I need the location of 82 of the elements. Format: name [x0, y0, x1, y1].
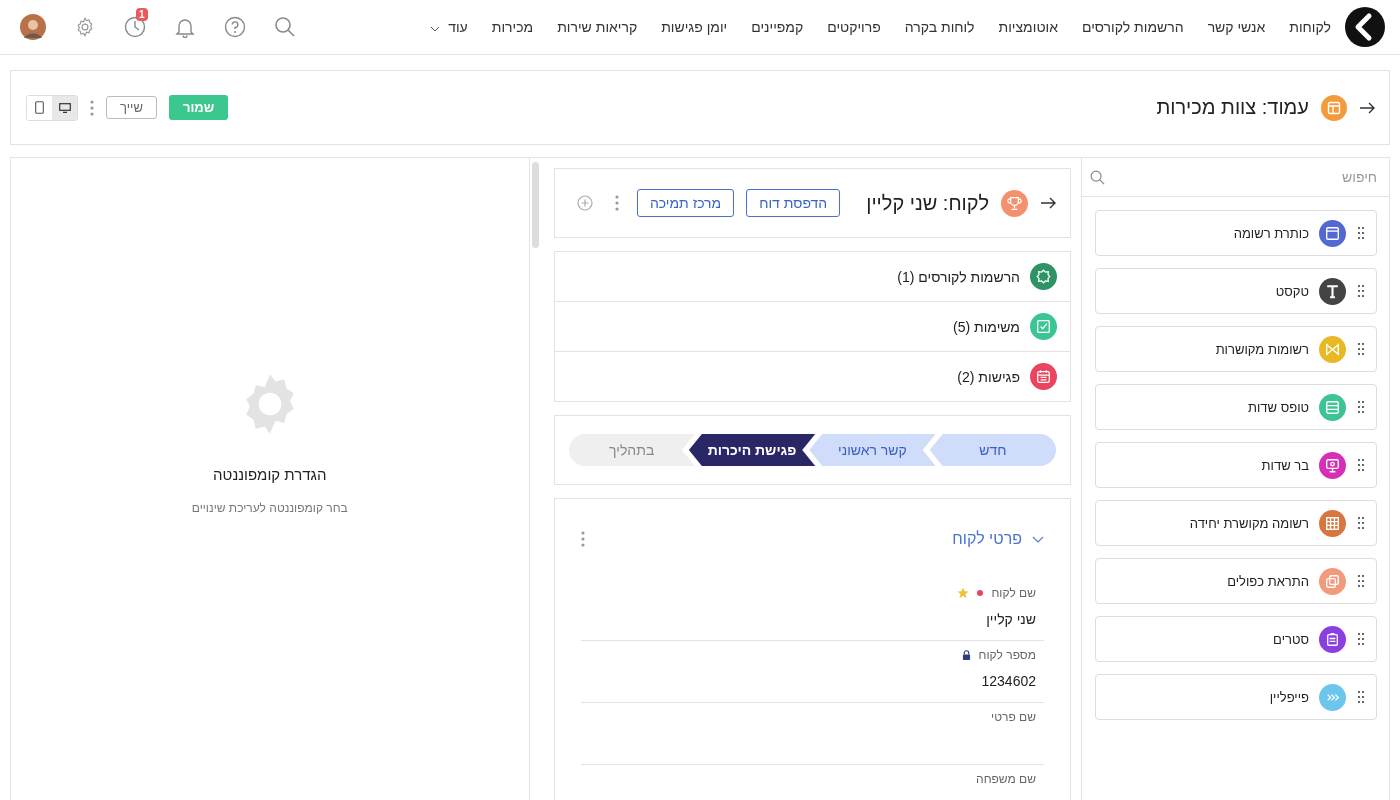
tablet-icon: [35, 101, 44, 114]
search-field[interactable]: חיפוש: [1105, 168, 1379, 186]
nav-link[interactable]: קריאות שירות: [557, 19, 638, 35]
component-name: כותרת רשומה: [1233, 225, 1309, 241]
component-name: טקסט: [1275, 283, 1309, 299]
clock-icon[interactable]: [124, 16, 146, 38]
more-options-icon[interactable]: [90, 99, 94, 116]
field-value[interactable]: 1234602: [588, 673, 1036, 691]
search-icon[interactable]: [274, 16, 296, 38]
assign-button[interactable]: שייך: [106, 96, 157, 119]
section-title[interactable]: פרטי לקוח: [952, 530, 1022, 548]
drag-handle-icon[interactable]: [1358, 343, 1364, 355]
pipeline-stage[interactable]: חדש: [929, 434, 1056, 466]
caret-icon[interactable]: [430, 26, 441, 32]
component-name: סטרים: [1273, 631, 1309, 647]
nav-link[interactable]: קמפיינים: [751, 19, 804, 35]
panel-hint: בחר קומפוננטה לעריכת שינויים: [191, 501, 348, 515]
drag-handle-icon[interactable]: [1358, 459, 1364, 471]
search-icon: [1090, 169, 1105, 185]
drag-handle-icon[interactable]: [1358, 227, 1364, 239]
nav-link[interactable]: פרויקטים: [827, 19, 881, 35]
component-item[interactable]: כותרת רשומה: [1095, 210, 1377, 256]
field-label: מספר לקוח: [978, 648, 1036, 662]
drag-handle-icon[interactable]: [1358, 285, 1364, 297]
component-item[interactable]: טקסט: [1095, 268, 1377, 314]
drag-handle-icon[interactable]: [1358, 633, 1364, 645]
related-list-label: פגישות (2): [957, 368, 1020, 385]
nav-link[interactable]: לקוחות: [1289, 19, 1331, 35]
component-item[interactable]: פייפליין: [1095, 674, 1377, 720]
action-button[interactable]: הדפסת דוח: [746, 189, 841, 217]
drag-handle-icon[interactable]: [1358, 691, 1364, 703]
component-name: בר שדות: [1261, 457, 1309, 473]
related-list-row[interactable]: פגישות (2): [554, 352, 1070, 401]
component-item[interactable]: רשומה מקושרת יחידה: [1095, 500, 1377, 546]
bell-icon[interactable]: [174, 16, 196, 38]
field-label: שם פרטי: [991, 710, 1036, 724]
more-menu[interactable]: עוד: [430, 19, 468, 35]
more-options-icon[interactable]: [614, 195, 619, 211]
more-options-icon[interactable]: [580, 531, 585, 547]
action-button[interactable]: מרכז תמיכה: [636, 189, 735, 217]
desktop-icon: [58, 102, 71, 113]
component-item[interactable]: רשומות מקושרות: [1095, 326, 1377, 372]
nav-link[interactable]: יומן פגישות: [661, 19, 728, 35]
nav-link[interactable]: הרשמות לקורסים: [1081, 19, 1184, 35]
component-name: טופס שדות: [1248, 399, 1309, 415]
logo[interactable]: [1345, 7, 1385, 47]
component-item[interactable]: בר שדות: [1095, 442, 1377, 488]
nav-link[interactable]: אנשי קשר: [1207, 19, 1266, 35]
drag-handle-icon[interactable]: [1358, 401, 1364, 413]
drag-handle-icon[interactable]: [1358, 517, 1364, 529]
component-item[interactable]: התראת כפולים: [1095, 558, 1377, 604]
desktop-view-button[interactable]: [52, 95, 77, 120]
related-list-label: הרשמות לקורסים (1): [897, 268, 1020, 285]
field-label: שם משפחה: [976, 772, 1036, 786]
avatar[interactable]: [20, 14, 46, 40]
drag-handle-icon[interactable]: [1358, 575, 1364, 587]
record-title: לקוח: שני קליין: [866, 191, 989, 215]
back-arrow-icon[interactable]: [1359, 101, 1375, 114]
back-arrow-icon[interactable]: [1040, 197, 1056, 209]
pipeline-stage[interactable]: קשר ראשוני: [809, 434, 936, 466]
component-name: רשומות מקושרות: [1215, 341, 1309, 357]
scrollbar[interactable]: [531, 162, 539, 248]
page-title: עמוד: צוות מכירות: [1156, 96, 1309, 119]
component-name: פייפליין: [1269, 689, 1309, 705]
nav-link[interactable]: לוחות בקרה: [904, 19, 975, 35]
component-name: התראת כפולים: [1227, 573, 1309, 589]
pipeline-stage[interactable]: פגישת היכרות: [688, 434, 816, 466]
related-list-row[interactable]: משימות (5): [554, 302, 1070, 352]
nav-link[interactable]: אוטומציות: [998, 19, 1058, 35]
page-layout-icon: [1321, 94, 1347, 121]
field-label: שם לקוח: [991, 586, 1036, 600]
trophy-icon: [1001, 189, 1028, 217]
nav-link[interactable]: מכירות: [491, 19, 534, 35]
field-value[interactable]: שני קליין: [588, 611, 1036, 629]
component-item[interactable]: סטרים: [1095, 616, 1377, 662]
notification-badge: 1: [136, 8, 148, 21]
related-list-label: משימות (5): [953, 318, 1020, 335]
component-name: רשומה מקושרת יחידה: [1189, 515, 1309, 531]
help-icon[interactable]: [224, 16, 246, 38]
panel-title: הגדרת קומפוננטה: [213, 466, 327, 483]
component-item[interactable]: טופס שדות: [1095, 384, 1377, 430]
related-list-row[interactable]: הרשמות לקורסים (1): [554, 252, 1070, 302]
